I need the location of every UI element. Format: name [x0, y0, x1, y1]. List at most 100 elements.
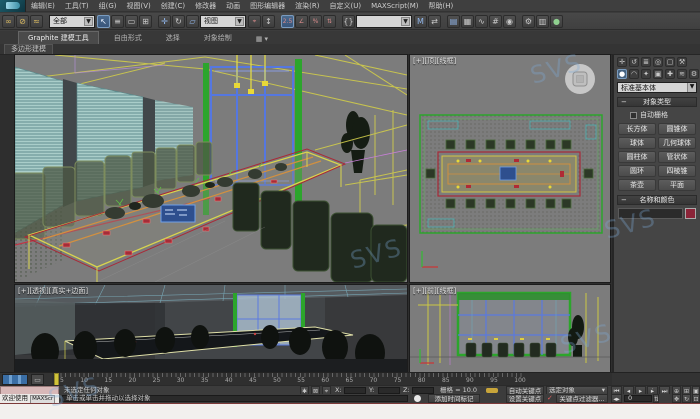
- torus-button[interactable]: 圆环: [618, 165, 656, 177]
- align-icon[interactable]: ⇄: [428, 15, 441, 28]
- reference-coordinate-dropdown[interactable]: 视图▼: [200, 15, 246, 28]
- unlink-selection-icon[interactable]: ⊘: [16, 15, 29, 28]
- menu-item-create[interactable]: 创建(C): [156, 0, 190, 12]
- maxscript-mini-listener-white[interactable]: 欢迎使用 MAXScr: [0, 394, 59, 403]
- ribbon-options-icon[interactable]: ▦ ▾: [247, 34, 277, 44]
- set-key-button[interactable]: 设置关键点: [506, 394, 544, 403]
- pan-view-icon[interactable]: ✥: [672, 394, 681, 403]
- primitive-category-dropdown[interactable]: 标准基本体 ▼: [617, 82, 697, 93]
- menu-item-graph-editors[interactable]: 图形编辑器: [245, 0, 290, 12]
- named-selection-dropdown[interactable]: ▼: [356, 15, 412, 28]
- bind-spacewarp-icon[interactable]: ≈: [30, 15, 43, 28]
- select-by-name-icon[interactable]: ≡: [111, 15, 124, 28]
- object-type-rollout[interactable]: − 对象类型: [617, 97, 697, 107]
- shapes-category-icon[interactable]: ◠: [629, 69, 639, 79]
- teapot-button[interactable]: 茶壶: [618, 179, 656, 191]
- object-name-input[interactable]: [618, 208, 683, 219]
- curve-editor-icon[interactable]: ∿: [475, 15, 488, 28]
- y-coordinate-field[interactable]: [378, 387, 400, 394]
- select-and-manipulate-icon[interactable]: ↕: [262, 15, 275, 28]
- autogrid-checkbox[interactable]: [630, 112, 637, 119]
- menu-item-rendering[interactable]: 渲染(R): [290, 0, 324, 12]
- tab-freeform[interactable]: 自由形式: [105, 32, 151, 44]
- select-and-scale-icon[interactable]: ▱: [186, 15, 199, 28]
- systems-category-icon[interactable]: ⚙: [689, 69, 699, 79]
- menu-item-views[interactable]: 视图(V): [122, 0, 156, 12]
- app-logo-button[interactable]: [0, 0, 26, 12]
- mini-curve-editor-button[interactable]: [2, 374, 28, 385]
- tab-graphite-modeling[interactable]: Graphite 建模工具: [18, 31, 99, 44]
- plane-button[interactable]: 平面: [658, 179, 696, 191]
- use-pivot-center-icon[interactable]: ⌖: [248, 15, 261, 28]
- menu-item-edit[interactable]: 编辑(E): [26, 0, 60, 12]
- viewport-camera-shaded[interactable]: [+][透视][真实+边面]: [15, 285, 407, 372]
- create-tab-icon[interactable]: ✛: [617, 57, 627, 67]
- viewport-camera-label[interactable]: [+][透视][真实+边面]: [18, 286, 88, 296]
- cameras-category-icon[interactable]: ▣: [653, 69, 663, 79]
- window-crossing-icon[interactable]: ⊞: [139, 15, 152, 28]
- viewport-front[interactable]: [+][前][线框]: [410, 285, 610, 372]
- display-tab-icon[interactable]: ▢: [665, 57, 675, 67]
- motion-tab-icon[interactable]: ◎: [653, 57, 663, 67]
- menu-item-modifiers[interactable]: 修改器: [190, 0, 221, 12]
- x-coordinate-field[interactable]: [344, 387, 366, 394]
- key-filters-button[interactable]: 关键点过滤器...: [556, 394, 608, 403]
- menu-item-animation[interactable]: 动画: [221, 0, 245, 12]
- time-tag-dot-icon[interactable]: [414, 395, 421, 402]
- mirror-icon[interactable]: M: [414, 15, 427, 28]
- viewport-top-label[interactable]: [+][顶][线框]: [413, 56, 456, 66]
- geometry-category-icon[interactable]: ●: [617, 69, 627, 79]
- snap-toggle-icon[interactable]: 2.5: [281, 15, 294, 28]
- viewport-main-perspective[interactable]: [15, 55, 407, 282]
- ribbon-toggle-icon[interactable]: ▦: [461, 15, 474, 28]
- track-bar-mode-icon[interactable]: ▭: [31, 374, 44, 385]
- utilities-tab-icon[interactable]: ⚒: [677, 57, 687, 67]
- frame-spinner[interactable]: ⇅: [653, 394, 659, 403]
- polygon-modeling-panel[interactable]: 多边形建模: [4, 44, 53, 54]
- geosphere-button[interactable]: 几何球体: [658, 137, 696, 149]
- tab-selection[interactable]: 选择: [157, 32, 189, 44]
- render-setup-icon[interactable]: ⚙: [522, 15, 535, 28]
- select-object-icon[interactable]: ↖: [97, 15, 110, 28]
- viewport-top[interactable]: [+][顶][线框]: [410, 55, 610, 282]
- z-coordinate-field[interactable]: [412, 387, 434, 394]
- select-and-move-icon[interactable]: ✛: [158, 15, 171, 28]
- lights-category-icon[interactable]: ✦: [641, 69, 651, 79]
- name-color-rollout[interactable]: − 名称和颜色: [617, 195, 697, 205]
- select-and-rotate-icon[interactable]: ↻: [172, 15, 185, 28]
- menu-item-group[interactable]: 组(G): [94, 0, 122, 12]
- object-color-swatch[interactable]: [685, 208, 696, 219]
- percent-snap-icon[interactable]: %: [309, 15, 322, 28]
- rendered-frame-window-icon[interactable]: ▥: [536, 15, 549, 28]
- angle-snap-icon[interactable]: ∠: [295, 15, 308, 28]
- tube-button[interactable]: 管状体: [658, 151, 696, 163]
- orbit-view-icon[interactable]: ↻: [682, 394, 691, 403]
- tab-object-paint[interactable]: 对象绘制: [195, 32, 241, 44]
- edit-named-selection-icon[interactable]: {}: [342, 15, 355, 28]
- rectangular-selection-region-icon[interactable]: ▭: [125, 15, 138, 28]
- pyramid-button[interactable]: 四棱锥: [658, 165, 696, 177]
- spacewarps-category-icon[interactable]: ≋: [677, 69, 687, 79]
- sphere-button[interactable]: 球体: [618, 137, 656, 149]
- spinner-snap-icon[interactable]: ⇅: [323, 15, 336, 28]
- menu-item-help[interactable]: 帮助(H): [424, 0, 459, 12]
- selection-filter-dropdown[interactable]: 全部▼: [49, 15, 95, 28]
- key-mode-toggle-button[interactable]: ◂▸: [611, 394, 622, 403]
- menu-item-maxscript[interactable]: MAXScript(M): [366, 0, 423, 12]
- viewport-front-label[interactable]: [+][前][线框]: [413, 286, 456, 296]
- helpers-category-icon[interactable]: ✚: [665, 69, 675, 79]
- hierarchy-tab-icon[interactable]: ≣: [641, 57, 651, 67]
- layer-manager-icon[interactable]: ▤: [447, 15, 460, 28]
- menu-item-customize[interactable]: 自定义(U): [324, 0, 366, 12]
- modify-tab-icon[interactable]: ↺: [629, 57, 639, 67]
- render-production-icon[interactable]: ●: [550, 15, 563, 28]
- maximize-viewport-toggle-icon[interactable]: ⊡: [692, 394, 700, 403]
- select-link-icon[interactable]: ∞: [2, 15, 15, 28]
- cone-button[interactable]: 圆锥体: [658, 123, 696, 135]
- add-time-tag-button[interactable]: 添加时间标记: [428, 394, 480, 403]
- schematic-view-icon[interactable]: #: [489, 15, 502, 28]
- maxscript-button[interactable]: MAXScr: [30, 395, 55, 403]
- key-lock-icon[interactable]: [486, 388, 498, 393]
- box-button[interactable]: 长方体: [618, 123, 656, 135]
- material-editor-icon[interactable]: ◉: [503, 15, 516, 28]
